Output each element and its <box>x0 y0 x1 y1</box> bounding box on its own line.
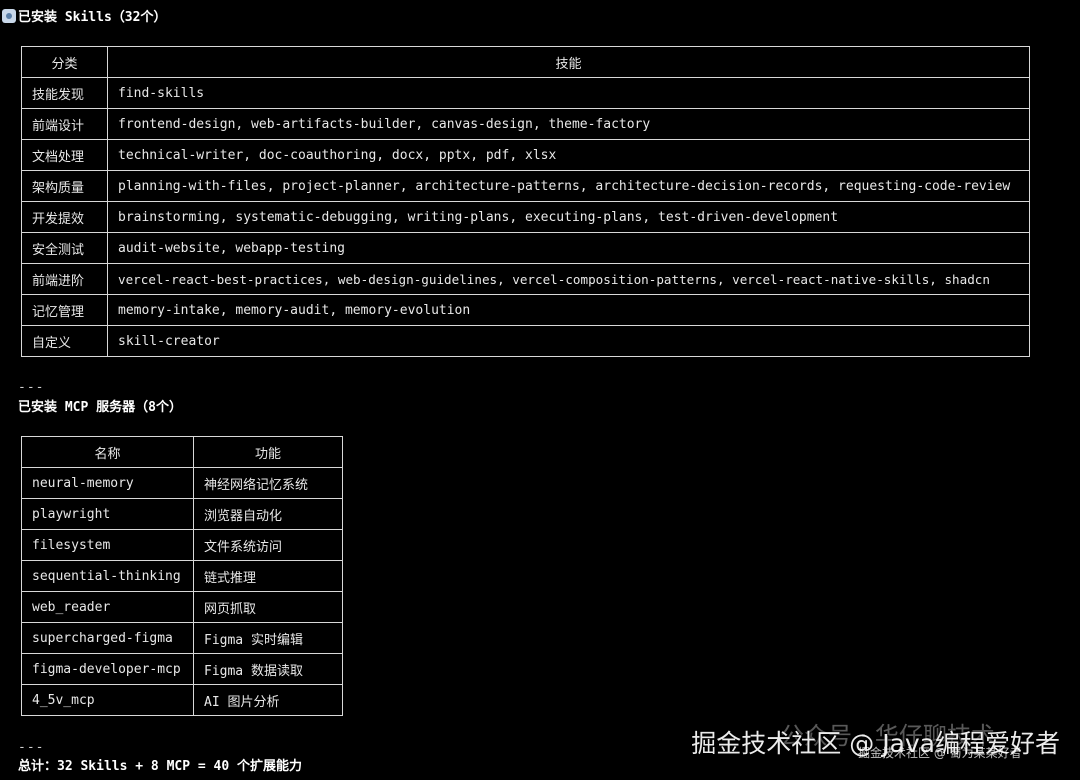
column-header-name: 名称 <box>21 436 194 468</box>
skills-table-header: 分类 技能 <box>21 46 1030 78</box>
server-name-cell: supercharged-figma <box>21 622 194 654</box>
skills-cell: technical-writer, doc-coauthoring, docx,… <box>107 139 1030 171</box>
table-row: figma-developer-mcp Figma 数据读取 <box>21 653 343 685</box>
server-name-cell: filesystem <box>21 529 194 561</box>
category-cell: 开发提效 <box>21 201 108 233</box>
table-row: 架构质量 planning-with-files, project-planner… <box>21 170 1030 202</box>
skills-cell: skill-creator <box>107 325 1030 357</box>
category-cell: 前端进阶 <box>21 263 108 295</box>
server-name-cell: 4_5v_mcp <box>21 684 194 716</box>
table-row: neural-memory 神经网络记忆系统 <box>21 467 343 499</box>
table-row: 安全测试 audit-website, webapp-testing <box>21 232 1030 264</box>
category-cell: 前端设计 <box>21 108 108 140</box>
server-function-cell: 浏览器自动化 <box>193 498 343 530</box>
server-function-cell: 网页抓取 <box>193 591 343 623</box>
table-row: 前端设计 frontend-design, web-artifacts-build… <box>21 108 1030 140</box>
total-summary: 总计：32 Skills + 8 MCP = 40 个扩展能力 <box>18 759 303 774</box>
table-row: web_reader 网页抓取 <box>21 591 343 623</box>
server-name-cell: playwright <box>21 498 194 530</box>
server-function-cell: Figma 数据读取 <box>193 653 343 685</box>
table-row: supercharged-figma Figma 实时编辑 <box>21 622 343 654</box>
server-function-cell: 链式推理 <box>193 560 343 592</box>
table-row: sequential-thinking 链式推理 <box>21 560 343 592</box>
skills-cell: planning-with-files, project-planner, ar… <box>107 170 1030 202</box>
mcp-table-header: 名称 功能 <box>21 436 343 468</box>
column-header-category: 分类 <box>21 46 108 78</box>
table-row: 开发提效 brainstorming, systematic-debugging,… <box>21 201 1030 233</box>
table-row: playwright 浏览器自动化 <box>21 498 343 530</box>
separator: --- <box>18 380 45 395</box>
server-function-cell: 神经网络记忆系统 <box>193 467 343 499</box>
skills-cell: audit-website, webapp-testing <box>107 232 1030 264</box>
table-row: 技能发现 find-skills <box>21 77 1030 109</box>
server-name-cell: sequential-thinking <box>21 560 194 592</box>
server-function-cell: AI 图片分析 <box>193 684 343 716</box>
category-cell: 文档处理 <box>21 139 108 171</box>
skills-heading-text: 已安装 Skills（32个） <box>18 10 167 25</box>
skills-cell: memory-intake, memory-audit, memory-evol… <box>107 294 1030 326</box>
table-row: 文档处理 technical-writer, doc-coauthoring, d… <box>21 139 1030 171</box>
separator: --- <box>18 740 45 755</box>
server-name-cell: web_reader <box>21 591 194 623</box>
skills-heading: 已安装 Skills（32个） <box>2 6 166 25</box>
category-cell: 自定义 <box>21 325 108 357</box>
skills-cell: vercel-react-best-practices, web-design-… <box>107 263 1030 295</box>
category-cell: 记忆管理 <box>21 294 108 326</box>
info-icon <box>2 9 16 23</box>
column-header-function: 功能 <box>193 436 343 468</box>
category-cell: 安全测试 <box>21 232 108 264</box>
table-row: 自定义 skill-creator <box>21 325 1030 357</box>
server-function-cell: Figma 实时编辑 <box>193 622 343 654</box>
category-cell: 技能发现 <box>21 77 108 109</box>
skills-cell: frontend-design, web-artifacts-builder, … <box>107 108 1030 140</box>
skills-cell: find-skills <box>107 77 1030 109</box>
mcp-heading: 已安装 MCP 服务器（8个） <box>18 400 182 415</box>
category-cell: 架构质量 <box>21 170 108 202</box>
server-function-cell: 文件系统访问 <box>193 529 343 561</box>
column-header-skills: 技能 <box>107 46 1030 78</box>
table-row: 4_5v_mcp AI 图片分析 <box>21 684 343 716</box>
skills-cell: brainstorming, systematic-debugging, wri… <box>107 201 1030 233</box>
server-name-cell: figma-developer-mcp <box>21 653 194 685</box>
table-row: 记忆管理 memory-intake, memory-audit, memory-… <box>21 294 1030 326</box>
table-row: 前端进阶 vercel-react-best-practices, web-des… <box>21 263 1030 295</box>
skills-table: 分类 技能 技能发现 find-skills 前端设计 frontend-desig… <box>21 46 1030 357</box>
table-row: filesystem 文件系统访问 <box>21 529 343 561</box>
mcp-table: 名称 功能 neural-memory 神经网络记忆系统 playwright 浏览… <box>21 436 343 716</box>
server-name-cell: neural-memory <box>21 467 194 499</box>
watermark-small: 掘金技术社区 @ 蜀为某某好者 <box>858 746 1022 760</box>
